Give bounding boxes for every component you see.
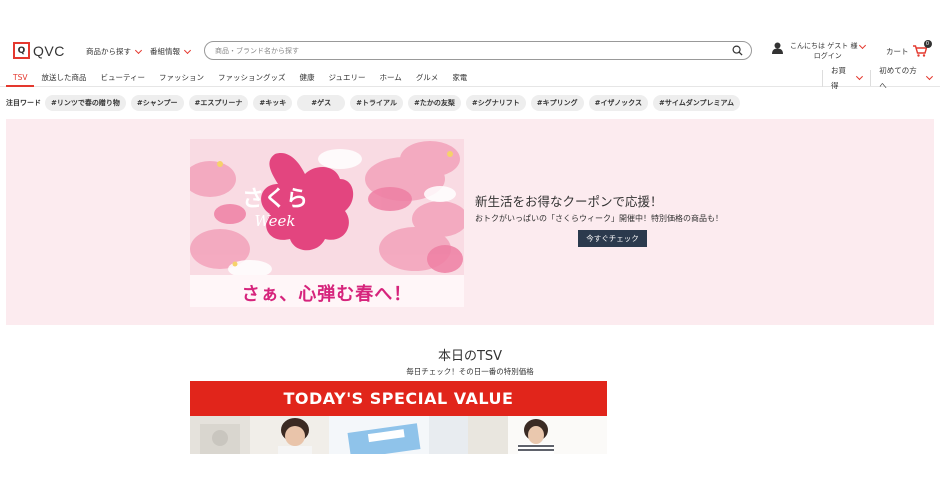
category-health[interactable]: 健康 bbox=[293, 70, 322, 87]
chevron-down-icon bbox=[134, 46, 143, 54]
cart-count-badge: 0 bbox=[923, 40, 932, 48]
cart-label: カート bbox=[886, 46, 909, 56]
tsv-banner-text: TODAY'S SPECIAL VALUE bbox=[283, 389, 514, 408]
category-home[interactable]: ホーム bbox=[373, 70, 409, 87]
chevron-down-icon bbox=[856, 73, 864, 80]
search-input[interactable] bbox=[215, 45, 715, 57]
tsv-banner[interactable]: TODAY'S SPECIAL VALUE bbox=[190, 381, 607, 416]
hero-week: Week bbox=[254, 212, 296, 230]
keyword-chip[interactable]: #シグナリフト bbox=[465, 95, 526, 111]
product-photo bbox=[190, 416, 329, 454]
qvc-logo[interactable]: Q QVC bbox=[13, 42, 65, 59]
hero-tagline-strip: さぁ、心弾む春へ！ bbox=[190, 275, 464, 307]
tsv-section-title: 本日のTSV bbox=[437, 349, 503, 364]
logo-mark: Q bbox=[13, 42, 30, 59]
chevron-down-icon bbox=[926, 73, 934, 80]
category-fashion-goods[interactable]: ファッショングッズ bbox=[211, 70, 293, 87]
keyword-chip[interactable]: #サイムダンプレミアム bbox=[652, 95, 740, 111]
nav-deals[interactable]: お買得 bbox=[823, 66, 870, 90]
product-photo bbox=[468, 416, 607, 454]
keyword-chip[interactable]: #イザノックス bbox=[588, 95, 648, 111]
hero-title: さくら bbox=[241, 187, 308, 212]
keyword-chip[interactable]: #たかの友梨 bbox=[407, 95, 461, 111]
chevron-down-icon bbox=[859, 41, 867, 50]
category-nav: TSV 放送した商品 ビューティー ファッション ファッショングッズ 健康 ジュ… bbox=[0, 66, 940, 90]
keywords-label: 注目ワード bbox=[6, 99, 41, 107]
keyword-chip[interactable]: #ゲス bbox=[297, 95, 346, 111]
hero-tagline: さぁ、心弾む春へ！ bbox=[241, 284, 413, 305]
tsv-product-photos[interactable] bbox=[190, 416, 607, 454]
site-header: Q QVC 商品から探す 番組情報 こんにちは ゲスト 様 ログイン カート bbox=[0, 36, 940, 68]
keyword-chip[interactable]: #リンツで春の贈り物 bbox=[45, 95, 126, 111]
promo-banner bbox=[6, 119, 934, 325]
user-greeting: こんにちは ゲスト 様 bbox=[790, 41, 867, 51]
cart-icon: 0 bbox=[912, 40, 932, 57]
trending-keywords: 注目ワード #リンツで春の贈り物 #シャンプー #エスプリーナ #キッキ #ゲス… bbox=[6, 95, 745, 111]
keyword-chip[interactable]: #エスプリーナ bbox=[188, 95, 249, 111]
search-bar bbox=[204, 41, 752, 60]
chevron-down-icon bbox=[183, 46, 192, 54]
user-icon bbox=[772, 42, 783, 54]
tsv-section-subtitle: 毎日チェック！その日一番の特別価格 bbox=[406, 367, 534, 376]
keyword-chip[interactable]: #キプリング bbox=[530, 95, 584, 111]
category-fashion[interactable]: ファッション bbox=[152, 70, 211, 87]
nav-program-info[interactable]: 番組情報 bbox=[150, 46, 192, 57]
keyword-chip[interactable]: #キッキ bbox=[253, 95, 293, 111]
promo-title: 新生活をお得なクーポンで応援！ bbox=[475, 194, 663, 209]
login-link[interactable]: ログイン bbox=[814, 51, 842, 61]
category-beauty[interactable]: ビューティー bbox=[93, 70, 152, 87]
cart-button[interactable]: カート 0 bbox=[886, 40, 932, 57]
nav-browse-products[interactable]: 商品から探す bbox=[86, 46, 143, 57]
search-icon[interactable] bbox=[732, 45, 743, 56]
promo-subtitle: おトクがいっぱいの「さくらウィーク」開催中！特別価格の商品も！ bbox=[475, 214, 723, 223]
category-jewelry[interactable]: ジュエリー bbox=[322, 70, 373, 87]
logo-text: QVC bbox=[33, 42, 65, 59]
keyword-chip[interactable]: #トライアル bbox=[350, 95, 403, 111]
check-now-button[interactable]: 今すぐチェック bbox=[578, 230, 647, 247]
category-tsv[interactable]: TSV bbox=[6, 70, 35, 87]
category-broadcast-items[interactable]: 放送した商品 bbox=[34, 70, 93, 87]
category-gourmet[interactable]: グルメ bbox=[409, 70, 446, 87]
keyword-chip[interactable]: #シャンプー bbox=[130, 95, 184, 111]
category-appliances[interactable]: 家電 bbox=[445, 70, 474, 87]
product-photo bbox=[329, 416, 468, 454]
user-account[interactable]: こんにちは ゲスト 様 ログイン bbox=[772, 41, 867, 61]
nav-first-time[interactable]: 初めての方へ bbox=[870, 66, 940, 90]
sakura-week-hero-image[interactable]: さくら Week さぁ、心弾む春へ！ bbox=[190, 139, 464, 307]
